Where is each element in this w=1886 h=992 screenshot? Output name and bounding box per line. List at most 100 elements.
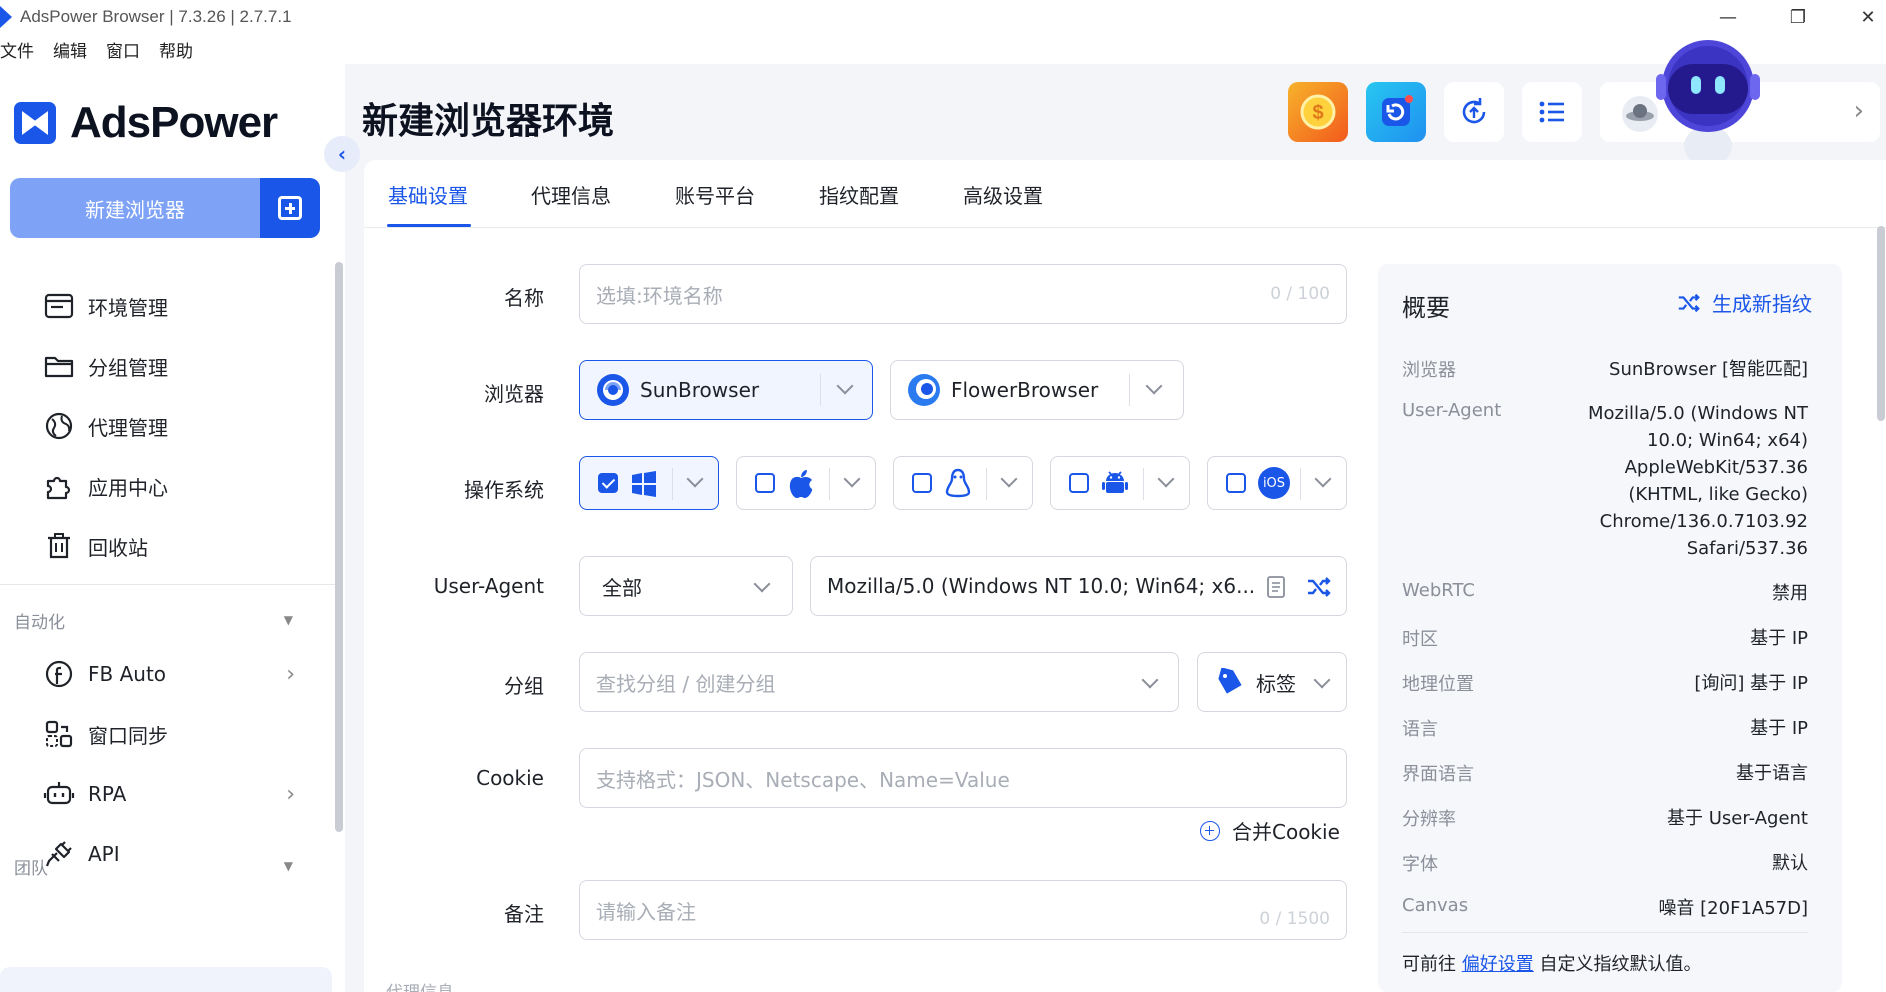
merge-cookie-button[interactable]: 合并Cookie — [1200, 816, 1340, 845]
sidebar-item-proxies[interactable]: 代理管理 — [0, 396, 335, 456]
user-agent-value: Mozilla/5.0 (Windows NT 10.0; Win64; x6.… — [827, 574, 1256, 598]
new-browser-button[interactable]: 新建浏览器 — [10, 178, 320, 238]
os-option-linux[interactable] — [893, 456, 1033, 510]
overview-key: WebRTC — [1402, 580, 1475, 601]
divider — [820, 374, 821, 406]
team-section-header[interactable]: 团队 ▼ — [0, 846, 335, 886]
os-option-android[interactable] — [1050, 456, 1190, 510]
user-agent-input[interactable]: Mozilla/5.0 (Windows NT 10.0; Win64; x6.… — [810, 556, 1347, 616]
divider — [1143, 468, 1144, 500]
browser-option-sunbrowser[interactable]: SunBrowser — [579, 360, 873, 420]
team-panel[interactable] — [0, 967, 332, 992]
close-button[interactable]: ✕ — [1840, 0, 1886, 34]
overview-footer: 可前往 偏好设置 自定义指纹默认值。 — [1402, 950, 1701, 976]
settings-tabs: 基础设置 代理信息 账号平台 指纹配置 高级设置 — [364, 160, 1886, 228]
user-agent-filter-select[interactable]: 全部 — [579, 556, 793, 616]
sidebar-item-label: FB Auto — [88, 662, 167, 686]
batch-create-button[interactable] — [260, 178, 320, 238]
sunbrowser-icon — [597, 374, 629, 406]
os-option-macos[interactable] — [736, 456, 876, 510]
sidebar-item-apps[interactable]: 应用中心 — [0, 456, 335, 516]
checkbox-unchecked[interactable] — [912, 473, 932, 493]
generate-fingerprint-label: 生成新指纹 — [1712, 292, 1812, 316]
checkbox-checked[interactable] — [598, 473, 618, 493]
document-icon[interactable] — [1264, 575, 1288, 599]
shuffle-icon — [1678, 293, 1700, 312]
name-input[interactable]: 选填:环境名称 0 / 100 — [579, 264, 1347, 324]
os-label: 操作系统 — [464, 478, 544, 502]
name-counter: 0 / 100 — [1270, 284, 1330, 304]
sidebar-item-label: 应用中心 — [88, 475, 168, 500]
menu-file[interactable]: 文件 — [0, 37, 34, 62]
collapse-sidebar-button[interactable]: ‹ — [324, 136, 360, 172]
note-counter: 0 / 1500 — [1259, 909, 1330, 929]
restore-button[interactable]: ❐ — [1770, 0, 1826, 34]
sidebar-item-fb-auto[interactable]: FB Auto › — [0, 644, 335, 704]
menu-edit[interactable]: 编辑 — [53, 37, 87, 62]
svg-text:$: $ — [1312, 102, 1323, 124]
tab-fingerprint[interactable]: 指纹配置 — [819, 180, 899, 209]
task-list-button[interactable] — [1522, 82, 1582, 142]
user-agent-label: User-Agent — [433, 574, 544, 598]
android-icon — [1102, 471, 1128, 493]
sidebar-item-trash[interactable]: 回收站 — [0, 516, 335, 576]
sync-app-button[interactable] — [1366, 82, 1426, 142]
sidebar-item-groups[interactable]: 分组管理 — [0, 336, 335, 396]
chevron-down-icon — [753, 575, 771, 593]
adspower-logo-icon — [14, 102, 56, 144]
preferences-link[interactable]: 偏好设置 — [1462, 954, 1534, 975]
overview-key: 地理位置 — [1402, 674, 1474, 695]
group-select[interactable]: 查找分组 / 创建分组 — [579, 652, 1179, 712]
sidebar-item-rpa[interactable]: RPA › — [0, 764, 335, 824]
tag-select[interactable]: 标签 — [1197, 652, 1347, 712]
minimize-button[interactable]: — — [1700, 0, 1756, 34]
sidebar-item-profiles[interactable]: 环境管理 — [0, 276, 335, 336]
new-browser-label[interactable]: 新建浏览器 — [10, 178, 260, 238]
automation-section-header[interactable]: 自动化 ▼ — [0, 600, 335, 640]
os-option-ios[interactable]: iOS — [1207, 456, 1347, 510]
caret-down-icon: ▼ — [283, 613, 293, 627]
shuffle-icon[interactable] — [1305, 573, 1333, 601]
linux-icon — [945, 468, 971, 498]
chevron-right-icon: › — [286, 781, 295, 807]
menu-window[interactable]: 窗口 — [106, 37, 140, 62]
chevron-down-icon — [843, 470, 861, 488]
overview-key: 时区 — [1402, 629, 1438, 650]
tab-basic[interactable]: 基础设置 — [388, 180, 468, 209]
overview-key: 字体 — [1402, 854, 1438, 875]
overview-value: 基于 IP — [1750, 718, 1808, 739]
flowerbrowser-icon — [908, 374, 940, 406]
sidebar-scrollbar[interactable] — [335, 262, 343, 832]
overview-key: Canvas — [1402, 895, 1469, 916]
active-tab-indicator — [387, 224, 471, 227]
tag-label: 标签 — [1256, 671, 1296, 696]
cookie-input[interactable]: 支持格式：JSON、Netscape、Name=Value — [579, 748, 1347, 808]
checkbox-unchecked[interactable] — [755, 473, 775, 493]
sidebar-item-label: 环境管理 — [88, 295, 168, 320]
tab-proxy[interactable]: 代理信息 — [531, 180, 611, 209]
folder-icon — [42, 349, 76, 383]
checkbox-unchecked[interactable] — [1226, 473, 1246, 493]
chevron-right-icon: › — [286, 661, 295, 687]
browser-option-flowerbrowser[interactable]: FlowerBrowser — [890, 360, 1184, 420]
overview-value: 噪音 [20F1A57D] — [1658, 898, 1808, 919]
sidebar-item-window-sync[interactable]: 窗口同步 — [0, 704, 335, 764]
update-button[interactable] — [1444, 82, 1504, 142]
overview-key: 浏览器 — [1402, 360, 1456, 381]
main-scrollbar[interactable] — [1877, 226, 1885, 421]
merge-cookie-label: 合并Cookie — [1232, 820, 1340, 844]
tab-platform[interactable]: 账号平台 — [675, 180, 755, 209]
coin-rewards-button[interactable]: $ — [1288, 82, 1348, 142]
sidebar-item-label: 分组管理 — [88, 355, 168, 380]
checkbox-unchecked[interactable] — [1069, 473, 1089, 493]
sidebar-item-label: RPA — [88, 782, 127, 806]
coin-icon: $ — [1300, 94, 1336, 130]
note-input[interactable]: 请输入备注 0 / 1500 — [579, 880, 1347, 940]
menu-help[interactable]: 帮助 — [159, 37, 193, 62]
tab-advanced[interactable]: 高级设置 — [963, 180, 1043, 209]
os-option-windows[interactable] — [579, 456, 719, 510]
ios-icon: iOS — [1258, 467, 1290, 499]
divider — [1300, 468, 1301, 500]
brand-logo[interactable]: AdsPower — [14, 98, 278, 148]
generate-fingerprint-button[interactable]: 生成新指纹 — [1676, 288, 1812, 317]
